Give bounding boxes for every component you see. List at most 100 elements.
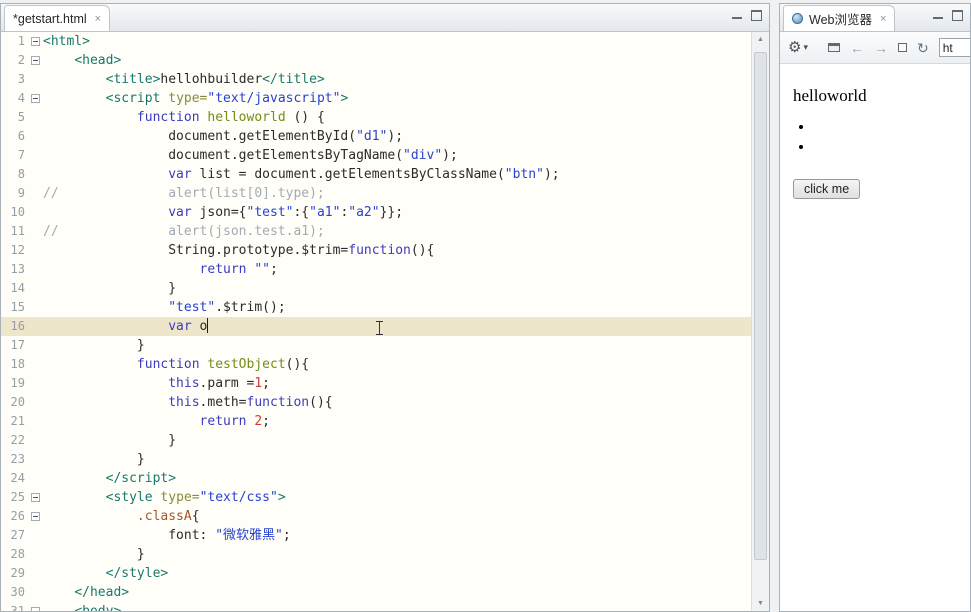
code-text: <script type="text/javascript">: [105, 91, 349, 106]
code-text: <title>hellohbuilder</title>: [105, 72, 325, 87]
scrollbar-thumb[interactable]: [754, 52, 767, 560]
maximize-icon[interactable]: [751, 10, 762, 21]
line-number[interactable]: 8: [1, 165, 28, 184]
code-line[interactable]: 1 <html>: [1, 32, 751, 51]
code-line[interactable]: 28 }: [1, 545, 751, 564]
line-number[interactable]: 7: [1, 146, 28, 165]
forward-button[interactable]: →: [874, 41, 888, 55]
line-number[interactable]: 19: [1, 374, 28, 393]
code-line[interactable]: 11 // alert(json.test.a1);: [1, 222, 751, 241]
minimize-icon[interactable]: [933, 11, 943, 20]
line-number[interactable]: 14: [1, 279, 28, 298]
fold-toggle-icon[interactable]: [28, 37, 43, 46]
line-number[interactable]: 16: [1, 317, 28, 336]
line-number[interactable]: 23: [1, 450, 28, 469]
code-line[interactable]: 22 }: [1, 431, 751, 450]
click-me-button[interactable]: click me: [793, 179, 861, 199]
line-number[interactable]: 12: [1, 241, 28, 260]
back-button[interactable]: ←: [850, 41, 864, 55]
code-line[interactable]: 27 font: "微软雅黑";: [1, 526, 751, 545]
code-line[interactable]: 4 <script type="text/javascript">: [1, 89, 751, 108]
close-icon[interactable]: ×: [95, 13, 101, 25]
code-line[interactable]: 18 function testObject(){: [1, 355, 751, 374]
fold-toggle-icon[interactable]: [28, 56, 43, 65]
code-line[interactable]: 25 <style type="text/css">: [1, 488, 751, 507]
line-number[interactable]: 28: [1, 545, 28, 564]
scrollbar-track[interactable]: [752, 47, 769, 596]
line-number[interactable]: 21: [1, 412, 28, 431]
chevron-down-icon: ▾: [803, 42, 808, 52]
code-line[interactable]: 6 document.getElementById("d1");: [1, 127, 751, 146]
code-line[interactable]: 13 return "";: [1, 260, 751, 279]
fold-toggle-icon[interactable]: [28, 512, 43, 521]
code-text: }: [43, 547, 145, 562]
line-number[interactable]: 29: [1, 564, 28, 583]
line-number[interactable]: 1: [1, 32, 28, 51]
line-number[interactable]: 13: [1, 260, 28, 279]
panel-sash[interactable]: [770, 3, 779, 612]
code-line[interactable]: 2 <head>: [1, 51, 751, 70]
code-text: <html>: [43, 34, 90, 49]
code-line[interactable]: 9 // alert(list[0].type);: [1, 184, 751, 203]
code-line[interactable]: 15 "test".$trim();: [1, 298, 751, 317]
line-number[interactable]: 6: [1, 127, 28, 146]
code-editor[interactable]: 1 <html> 2 <head> 3 <title>hellohbuilder</t…: [1, 32, 751, 611]
refresh-button[interactable]: ↻: [917, 41, 929, 55]
code-line[interactable]: 23 }: [1, 450, 751, 469]
code-line[interactable]: 5 function helloworld () {: [1, 108, 751, 127]
line-number[interactable]: 26: [1, 507, 28, 526]
fold-toggle-icon[interactable]: [28, 607, 43, 611]
code-line[interactable]: 3 <title>hellohbuilder</title>: [1, 70, 751, 89]
fold-toggle-icon[interactable]: [28, 94, 43, 103]
browser-toolbar: ⚙ ▾ ← → ↻: [780, 32, 970, 64]
settings-button[interactable]: ⚙ ▾: [788, 40, 808, 55]
line-number[interactable]: 5: [1, 108, 28, 127]
line-number[interactable]: 18: [1, 355, 28, 374]
code-line[interactable]: 10 var json={"test":{"a1":"a2"}};: [1, 203, 751, 222]
tab-getstart-html[interactable]: *getstart.html ×: [4, 5, 111, 31]
browser-window-icon: [827, 43, 840, 52]
code-line[interactable]: 17 }: [1, 336, 751, 355]
scroll-down-button[interactable]: ▼: [752, 596, 769, 611]
line-number[interactable]: 9: [1, 184, 28, 203]
line-number[interactable]: 31: [1, 602, 28, 611]
code-line[interactable]: 19 this.parm =1;: [1, 374, 751, 393]
line-number[interactable]: 10: [1, 203, 28, 222]
line-number[interactable]: 20: [1, 393, 28, 412]
maximize-icon[interactable]: [952, 10, 963, 21]
line-number[interactable]: 24: [1, 469, 28, 488]
tab-web-browser[interactable]: Web浏览器 ×: [783, 5, 896, 31]
line-number[interactable]: 30: [1, 583, 28, 602]
line-number[interactable]: 15: [1, 298, 28, 317]
minimize-icon[interactable]: [732, 11, 742, 20]
code-line[interactable]: 21 return 2;: [1, 412, 751, 431]
close-icon[interactable]: ×: [880, 13, 886, 25]
code-line[interactable]: 14 }: [1, 279, 751, 298]
scroll-up-button[interactable]: ▲: [752, 32, 769, 47]
line-number[interactable]: 25: [1, 488, 28, 507]
code-line[interactable]: 30 </head>: [1, 583, 751, 602]
line-number[interactable]: 27: [1, 526, 28, 545]
code-line[interactable]: 29 </style>: [1, 564, 751, 583]
fold-toggle-icon[interactable]: [28, 493, 43, 502]
code-line[interactable]: 8 var list = document.getElementsByClass…: [1, 165, 751, 184]
code-line[interactable]: 7 document.getElementsByTagName("div");: [1, 146, 751, 165]
code-text: function testObject(){: [136, 357, 310, 372]
line-number[interactable]: 17: [1, 336, 28, 355]
open-in-external-browser-button[interactable]: [827, 43, 840, 52]
line-number[interactable]: 3: [1, 70, 28, 89]
code-line[interactable]: 26 .classA{: [1, 507, 751, 526]
preview-heading: helloworld: [793, 86, 867, 105]
code-line[interactable]: 20 this.meth=function(){: [1, 393, 751, 412]
stop-button[interactable]: [897, 43, 907, 52]
line-number[interactable]: 22: [1, 431, 28, 450]
code-line[interactable]: 12 String.prototype.$trim=function(){: [1, 241, 751, 260]
line-number[interactable]: 4: [1, 89, 28, 108]
editor-vertical-scrollbar[interactable]: ▲ ▼: [751, 32, 769, 611]
line-number[interactable]: 11: [1, 222, 28, 241]
url-input[interactable]: [938, 38, 970, 57]
code-line[interactable]: 16 var o: [1, 317, 751, 336]
code-line[interactable]: 24 </script>: [1, 469, 751, 488]
line-number[interactable]: 2: [1, 51, 28, 70]
code-line[interactable]: 31 <body>: [1, 602, 751, 611]
